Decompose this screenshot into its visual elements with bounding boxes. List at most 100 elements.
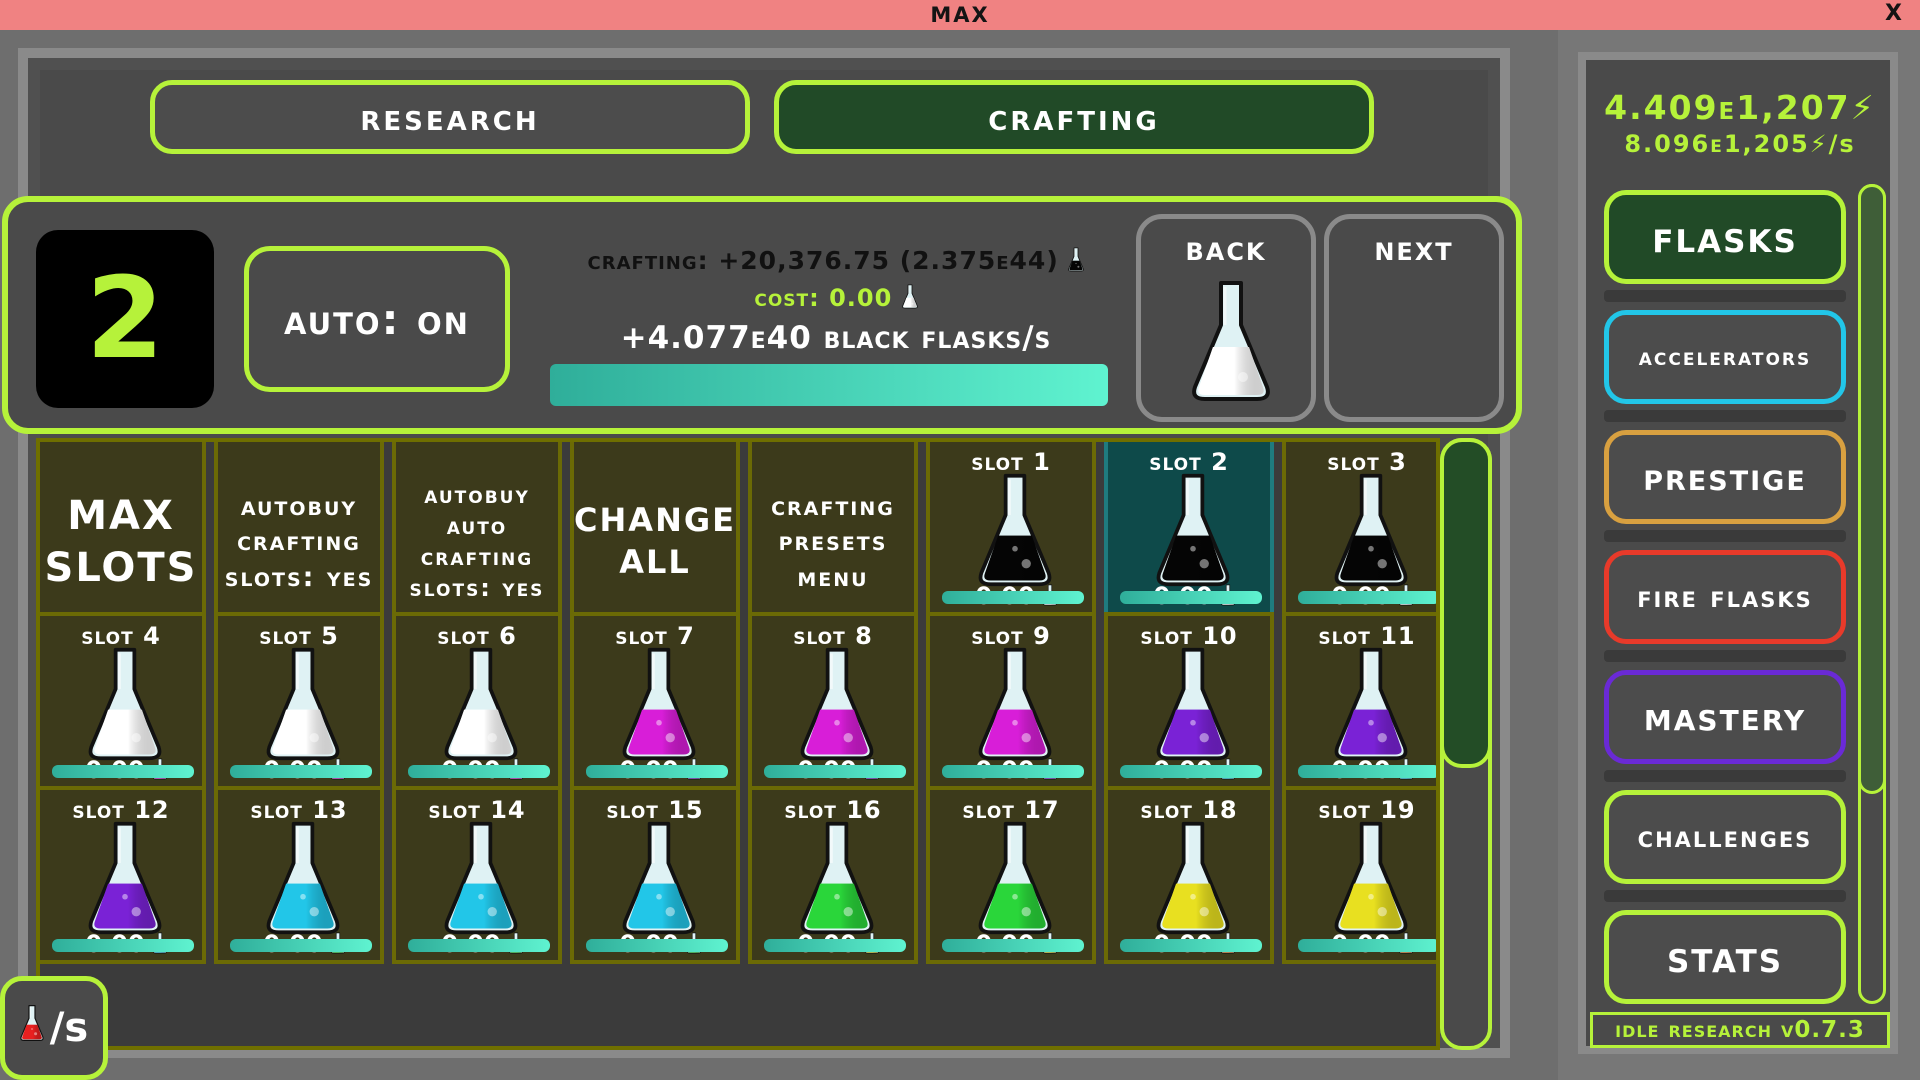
per-second-label: /s — [49, 1005, 89, 1051]
crafting-slot[interactable]: Slot 11 -0.00 — [1282, 612, 1436, 790]
sidebar-separator — [1604, 290, 1846, 302]
crafting-info-bar: 2 Auto: On Crafting: +20,376.75 (2.375e4… — [2, 196, 1522, 434]
prestige-button[interactable]: Prestige — [1604, 430, 1846, 524]
flask-icon — [977, 646, 1053, 762]
next-button-label: Next — [1374, 229, 1454, 269]
flask-icon — [443, 820, 519, 936]
lightning-icon: ⚡ — [1809, 130, 1829, 158]
tab-crafting[interactable]: Crafting — [774, 80, 1374, 154]
slot-progress-bar — [764, 765, 906, 778]
slot-progress-bar — [942, 765, 1084, 778]
crafting-slot-grid: MAX SLOTS Autobuy Crafting Slots: Yes Auto… — [36, 438, 1440, 1050]
slot-progress-bar — [1298, 591, 1436, 604]
crafting-slot[interactable]: Slot 4 -0.00 — [40, 612, 206, 790]
slot-progress-bar — [1298, 939, 1436, 952]
flask-icon — [1155, 472, 1231, 588]
action-label: CHANGE ALL — [574, 501, 736, 581]
flask-icon — [1333, 820, 1409, 936]
flask-icon — [1155, 646, 1231, 762]
crafting-cost-text: Cost: 0.00 — [556, 284, 1116, 315]
flask-icon — [443, 646, 519, 762]
challenges-button[interactable]: Challenges — [1604, 790, 1846, 884]
crafting-slot[interactable]: Slot 18 -0.00 — [1104, 786, 1274, 964]
slot-progress-bar — [230, 765, 372, 778]
auto-toggle-button[interactable]: Auto: On — [244, 246, 510, 392]
crafting-slot[interactable]: Slot 1 -0.00 — [926, 442, 1096, 616]
slot-progress-bar — [1298, 765, 1436, 778]
crafting-slot[interactable]: Slot 5 -0.00 — [214, 612, 384, 790]
flask-icon — [87, 646, 163, 762]
per-second-toggle-button[interactable]: /s — [0, 976, 108, 1080]
flask-icon — [265, 820, 341, 936]
flask-icon — [1068, 247, 1085, 278]
mastery-button[interactable]: Mastery — [1604, 670, 1846, 764]
accelerators-button[interactable]: Accelerators — [1604, 310, 1846, 404]
crafting-slot[interactable]: Slot 9 -0.00 — [926, 612, 1096, 790]
crafting-slot[interactable]: Slot 19 -0.00 — [1282, 786, 1436, 964]
action-label: Autobuy Auto Crafting Slots: Yes — [409, 480, 545, 603]
stats-button[interactable]: Stats — [1604, 910, 1846, 1004]
crafting-slot[interactable]: Slot 2 -0.00 — [1104, 442, 1274, 616]
crafting-slot-number: 2 — [36, 230, 214, 408]
crafting-slot[interactable]: Slot 14 -0.00 — [392, 786, 562, 964]
flask-icon — [799, 646, 875, 762]
crafting-amount-text: Crafting: +20,376.75 (2.375e44) — [556, 246, 1116, 278]
crafting-rate-text: +4.077e40 Black Flasks/s — [620, 320, 1052, 356]
close-button[interactable]: X — [1885, 1, 1904, 26]
flask-icon — [1191, 279, 1271, 403]
sidebar-separator — [1604, 890, 1846, 902]
currency-total: 4.409e1,207⚡ — [1604, 88, 1876, 127]
back-button[interactable]: Back — [1136, 214, 1316, 422]
slot-progress-bar — [586, 939, 728, 952]
window-title: MAX — [930, 3, 990, 27]
slot-progress-bar — [942, 591, 1084, 604]
slot-progress-bar — [1120, 591, 1262, 604]
tab-research[interactable]: Research — [150, 80, 750, 154]
flask-icon — [265, 646, 341, 762]
slot-progress-bar — [1120, 939, 1262, 952]
slot-progress-bar — [230, 939, 372, 952]
crafting-slot[interactable]: Slot 13 -0.00 — [214, 786, 384, 964]
slot-progress-bar — [586, 765, 728, 778]
crafting-slot[interactable]: Slot 16 -0.00 — [748, 786, 918, 964]
sidebar-separator — [1604, 530, 1846, 542]
flask-icon — [977, 820, 1053, 936]
crafting-slot[interactable]: Slot 8 -0.00 — [748, 612, 918, 790]
action-label: MAX SLOTS — [44, 493, 198, 591]
currency-rate: 8.096e1,205⚡/s — [1624, 130, 1856, 158]
slot-progress-bar — [764, 939, 906, 952]
back-button-label: Back — [1185, 229, 1267, 269]
flask-icon — [1333, 646, 1409, 762]
crafting-slot[interactable]: Slot 7 -0.00 — [570, 612, 740, 790]
red-flask-icon — [20, 1004, 44, 1052]
crafting-slot[interactable]: Slot 12 -0.00 — [40, 786, 206, 964]
action-label: Crafting Presets Menu — [771, 491, 895, 593]
flask-icon — [621, 646, 697, 762]
action-label: Autobuy Crafting Slots: Yes — [224, 491, 374, 593]
flask-icon — [87, 820, 163, 936]
fire-flasks-button[interactable]: Fire Flasks — [1604, 550, 1846, 644]
next-button[interactable]: Next — [1324, 214, 1504, 422]
crafting-slot[interactable]: Slot 17 -0.00 — [926, 786, 1096, 964]
slot-progress-bar — [408, 765, 550, 778]
flask-icon — [799, 820, 875, 936]
sidebar-separator — [1604, 770, 1846, 782]
lightning-icon: ⚡ — [1850, 88, 1876, 127]
title-bar: MAX X — [0, 0, 1920, 30]
version-label: Idle Research v0.7.3 — [1590, 1012, 1890, 1048]
crafting-slot[interactable]: Slot 3 -0.00 — [1282, 442, 1436, 616]
grid-scrollbar-thumb[interactable] — [1440, 438, 1492, 768]
crafting-slot[interactable]: Slot 10 -0.00 — [1104, 612, 1274, 790]
slot-progress-bar — [1120, 765, 1262, 778]
crafting-slot[interactable]: Slot 15 -0.00 — [570, 786, 740, 964]
slot-progress-bar — [52, 765, 194, 778]
flask-icon — [977, 472, 1053, 588]
flasks-button[interactable]: Flasks — [1604, 190, 1846, 284]
slot-progress-bar — [942, 939, 1084, 952]
flask-icon — [1333, 472, 1409, 588]
crafting-progress-bar — [550, 364, 1108, 406]
flask-icon — [621, 820, 697, 936]
flask-icon — [1155, 820, 1231, 936]
sidebar-scrollbar-thumb[interactable] — [1858, 184, 1886, 794]
crafting-slot[interactable]: Slot 6 -0.00 — [392, 612, 562, 790]
